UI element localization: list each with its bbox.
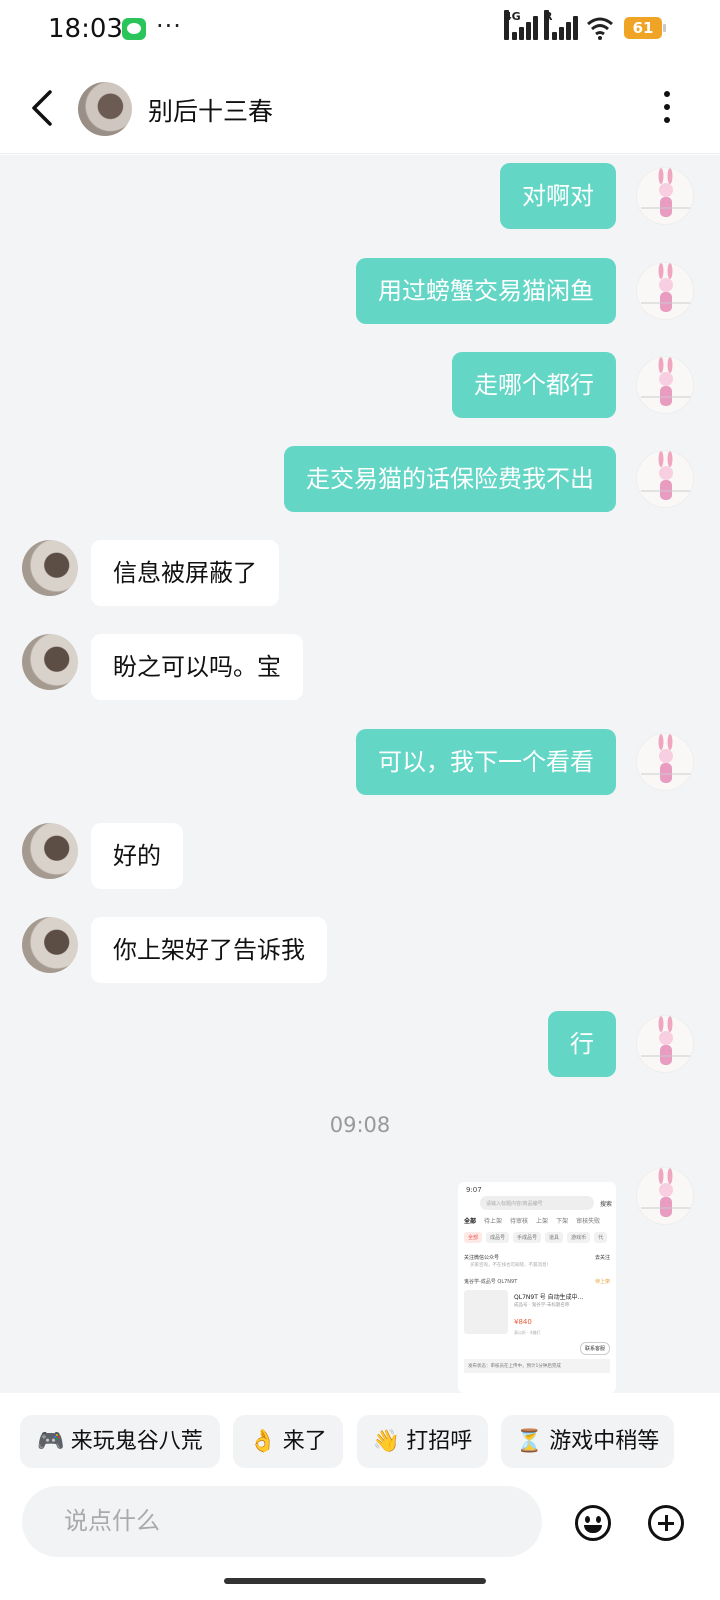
thumb-chip: 游戏币 — [567, 1232, 591, 1243]
message-bubble-sent[interactable]: 对啊对 — [500, 163, 616, 229]
thumb-follow-notice: 关注微信公众号 — [464, 1255, 500, 1261]
thumb-footer-note: 发布状态：审核员在上传中，预计1分钟后完成 — [464, 1359, 610, 1373]
thumb-item-meta: 表以折 · 4佛们 — [514, 1330, 541, 1335]
my-avatar[interactable] — [636, 262, 694, 320]
thumb-tab: 审核失败 — [576, 1218, 601, 1225]
bunny-girl-icon — [641, 1168, 691, 1217]
more-notifications-icon: ··· — [156, 12, 182, 40]
signal-roaming-icon: R — [544, 10, 578, 40]
message-bubble-received[interactable]: 好的 — [91, 823, 183, 889]
message-bubble-received[interactable]: 盼之可以吗。宝 — [91, 634, 303, 700]
quick-reply-coming[interactable]: 👌 来了 — [233, 1415, 343, 1468]
bunny-girl-icon — [641, 734, 691, 783]
thumb-chip: 成品号 — [486, 1232, 510, 1243]
contact-avatar[interactable] — [22, 540, 78, 596]
composer-panel: 🎮 来玩鬼谷八荒 👌 来了 👋 打招呼 ⏳ 游戏中稍等 说点什么 — [0, 1393, 720, 1600]
gamepad-icon: 🎮 — [37, 1429, 65, 1454]
message-bubble-sent[interactable]: 行 — [548, 1011, 616, 1077]
status-time: 18:03 — [48, 14, 123, 44]
thumb-listing-line: 鬼谷学-成品号 QL7N9T — [464, 1279, 518, 1285]
message-bubble-sent[interactable]: 用过螃蟹交易猫闲鱼 — [356, 258, 616, 324]
thumb-tab: 待上架 — [484, 1218, 503, 1225]
thumb-tab: 待审核 — [510, 1218, 529, 1225]
my-avatar[interactable] — [636, 1015, 694, 1073]
thumb-chip: 手成品号 — [513, 1232, 542, 1243]
thumb-search-button: 搜索 — [599, 1201, 612, 1208]
bunny-girl-icon — [641, 263, 691, 312]
waving-hand-icon: 👋 — [372, 1429, 401, 1454]
back-arrow-icon[interactable] — [26, 86, 62, 130]
message-bubble-sent[interactable]: 走交易猫的话保险费我不出 — [284, 446, 616, 512]
thumb-tabs: 全部 待上架 待审核 上架 下架 审核失败 — [464, 1216, 600, 1225]
thumb-tab: 全部 — [464, 1218, 477, 1225]
thumb-chip: 代 — [594, 1232, 608, 1243]
thumb-status-time: 9:07 — [466, 1186, 482, 1194]
quick-reply-label: 来了 — [282, 1429, 327, 1454]
chat-area[interactable]: 对啊对 用过螃蟹交易猫闲鱼 走哪个都行 走交易猫的话保险费我不出 信息被屏蔽了 … — [0, 155, 720, 1393]
message-bubble-sent[interactable]: 可以，我下一个看看 — [356, 729, 616, 795]
quick-reply-in-game-wait[interactable]: ⏳ 游戏中稍等 — [501, 1415, 674, 1468]
status-icons: 4G R 61 — [504, 10, 666, 40]
contact-avatar[interactable] — [22, 634, 78, 690]
my-avatar[interactable] — [636, 1167, 694, 1225]
thumb-chip: 全部 — [464, 1232, 483, 1243]
shared-screenshot-image[interactable]: 9:07 请输入标题内容/商品编号 搜索 全部 待上架 待审核 上架 下架 审核… — [458, 1182, 616, 1393]
network-label-4g: 4G — [504, 10, 521, 40]
contact-avatar[interactable] — [22, 823, 78, 879]
contact-avatar[interactable] — [78, 82, 132, 136]
quick-reply-label: 游戏中稍等 — [549, 1429, 660, 1454]
contact-name: 别后十三春 — [148, 97, 274, 126]
message-bubble-received[interactable]: 你上架好了告诉我 — [91, 917, 327, 983]
ok-hand-icon: 👌 — [249, 1429, 277, 1454]
bunny-girl-icon — [641, 168, 691, 217]
status-bar: 18:03 ··· 4G R 61 — [0, 0, 720, 62]
thumb-follow-button: 去关注 — [594, 1255, 610, 1261]
thumb-contact-button: 联系客服 — [579, 1342, 610, 1355]
quick-reply-greet[interactable]: 👋 打招呼 — [357, 1415, 488, 1468]
thumb-tab: 下架 — [556, 1218, 569, 1225]
network-label-r: R — [544, 10, 552, 40]
more-options-icon[interactable] — [662, 88, 672, 128]
message-app-icon — [122, 18, 146, 40]
thumb-filter-chips: 全部 成品号 手成品号 道具 游戏币 代 — [464, 1232, 608, 1243]
message-timestamp: 09:08 — [329, 1113, 391, 1137]
message-bubble-received[interactable]: 信息被屏蔽了 — [91, 540, 279, 606]
add-attachment-icon[interactable] — [648, 1505, 684, 1541]
emoji-icon[interactable] — [575, 1505, 611, 1541]
thumb-item-title: QL7N9T 号 自动生成中... — [514, 1294, 584, 1301]
quick-reply-label: 来玩鬼谷八荒 — [70, 1429, 203, 1454]
my-avatar[interactable] — [636, 167, 694, 225]
bunny-girl-icon — [641, 357, 691, 406]
my-avatar[interactable] — [636, 450, 694, 508]
thumb-item-sub: 成品号 · 鬼谷学-未标题名称 — [514, 1303, 570, 1308]
home-indicator[interactable] — [224, 1578, 486, 1584]
battery-icon: 61 — [624, 17, 666, 39]
signal-4g-icon: 4G — [504, 10, 538, 40]
quick-reply-label: 打招呼 — [406, 1429, 473, 1454]
thumb-follow-sub: 买家咨询，不在线也可知晓，不漏消息！ — [470, 1263, 551, 1268]
quick-reply-play-game[interactable]: 🎮 来玩鬼谷八荒 — [20, 1415, 220, 1468]
thumb-listing-status: 待上架 — [594, 1279, 610, 1285]
my-avatar[interactable] — [636, 356, 694, 414]
message-bubble-sent[interactable]: 走哪个都行 — [452, 352, 616, 418]
my-avatar[interactable] — [636, 733, 694, 791]
thumb-item-image-placeholder — [464, 1290, 508, 1334]
bunny-girl-icon — [641, 451, 691, 500]
message-input[interactable]: 说点什么 — [22, 1486, 542, 1557]
thumb-item-price: ¥840 — [514, 1318, 532, 1326]
contact-avatar[interactable] — [22, 917, 78, 973]
bunny-girl-icon — [641, 1016, 691, 1065]
wifi-icon — [587, 17, 613, 40]
chat-header: 别后十三春 — [0, 62, 720, 154]
thumb-search-field: 请输入标题内容/商品编号 — [480, 1196, 594, 1210]
thumb-chip: 道具 — [545, 1232, 564, 1243]
thumb-tab: 上架 — [536, 1218, 549, 1225]
hourglass-icon: ⏳ — [515, 1429, 544, 1454]
